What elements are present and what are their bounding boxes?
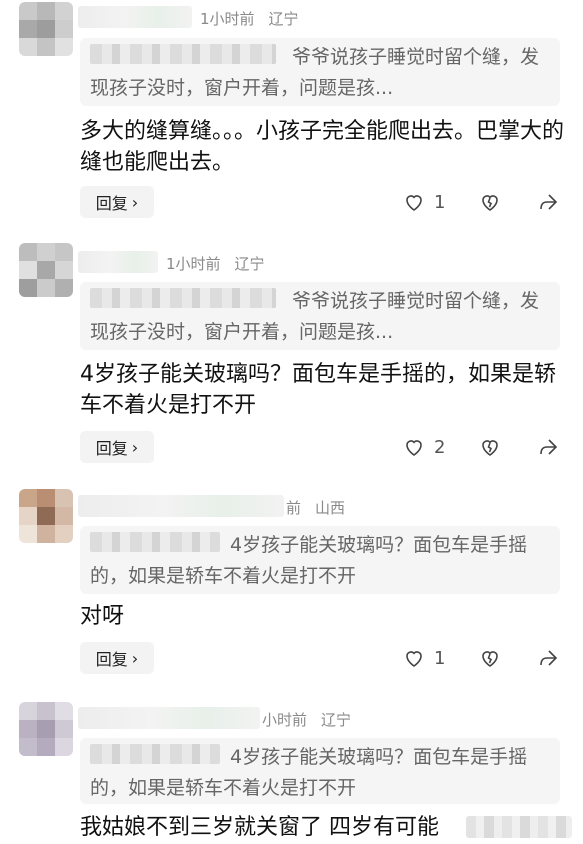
like-button[interactable]: 2 — [402, 431, 445, 463]
avatar[interactable] — [19, 2, 73, 56]
comment-text: 多大的缝算缝。。。小孩子完全能爬出去。巴掌大的缝也能爬出去。 — [80, 119, 565, 175]
like-button[interactable]: 1 — [402, 642, 445, 674]
share-arrow-icon — [540, 650, 558, 666]
redacted-text — [466, 816, 572, 838]
comment-text: 4岁孩子能关玻璃吗？面包车是手摇的，如果是轿车不着火是打不开 — [80, 362, 556, 418]
share-button[interactable] — [536, 186, 560, 218]
like-count: 2 — [434, 436, 446, 458]
dislike-button[interactable] — [478, 642, 502, 674]
comment-meta: 1小时前 辽宁 — [200, 8, 299, 29]
username[interactable] — [78, 6, 192, 28]
share-button[interactable] — [536, 642, 560, 674]
quoted-reply[interactable]: 4岁孩子能关玻璃吗？面包车是手摇的，如果是轿车不着火是打不开 — [80, 738, 560, 804]
avatar[interactable] — [19, 702, 73, 756]
like-count: 1 — [434, 191, 446, 213]
quote-text: 爷爷说孩子睡觉时留个缝，发现孩子没时，窗户开着，问题是孩... — [90, 290, 540, 343]
avatar[interactable] — [19, 489, 73, 543]
avatar[interactable] — [19, 243, 73, 297]
comment-meta: 小时前 辽宁 — [262, 709, 351, 730]
share-button[interactable] — [536, 431, 560, 463]
comment-time: 小时前 — [262, 711, 308, 729]
comment-meta: 1小时前 辽宁 — [166, 253, 265, 274]
share-arrow-icon — [540, 439, 558, 455]
heart-outline-icon — [406, 440, 422, 456]
quoted-reply[interactable]: 4岁孩子能关玻璃吗？面包车是手摇的，如果是轿车不着火是打不开 — [80, 526, 560, 594]
comment-location: 辽宁 — [321, 711, 352, 729]
comment-time: 1小时前 — [166, 255, 221, 273]
broken-heart-icon — [482, 440, 498, 456]
comment-text: 我姑娘不到三岁就关窗了 四岁有可能 — [80, 815, 439, 840]
share-arrow-icon — [540, 194, 558, 210]
username[interactable] — [78, 251, 158, 273]
broken-heart-icon — [482, 195, 498, 211]
quote-text: 4岁孩子能关玻璃吗？面包车是手摇的，如果是轿车不着火是打不开 — [90, 746, 528, 799]
quoted-reply[interactable]: 爷爷说孩子睡觉时留个缝，发现孩子没时，窗户开着，问题是孩... — [80, 282, 560, 350]
heart-outline-icon — [406, 195, 422, 211]
comment-time: 前 — [286, 499, 302, 517]
like-button[interactable]: 1 — [402, 186, 445, 218]
like-count: 1 — [434, 647, 446, 669]
username[interactable] — [78, 495, 284, 517]
comment-time: 1小时前 — [200, 10, 255, 28]
comment-meta: 前山西 — [286, 497, 345, 518]
comment-location: 山西 — [315, 499, 346, 517]
dislike-button[interactable] — [478, 431, 502, 463]
username[interactable] — [78, 707, 260, 729]
dislike-button[interactable] — [478, 186, 502, 218]
heart-outline-icon — [406, 651, 422, 667]
broken-heart-icon — [482, 651, 498, 667]
comment-text: 对呀 — [80, 604, 125, 629]
comment-location: 辽宁 — [234, 255, 265, 273]
quote-text: 爷爷说孩子睡觉时留个缝，发现孩子没时，窗户开着，问题是孩... — [90, 46, 540, 99]
comment-location: 辽宁 — [268, 10, 299, 28]
quote-text: 4岁孩子能关玻璃吗？面包车是手摇的，如果是轿车不着火是打不开 — [90, 534, 528, 587]
quoted-reply[interactable]: 爷爷说孩子睡觉时留个缝，发现孩子没时，窗户开着，问题是孩... — [80, 38, 560, 106]
